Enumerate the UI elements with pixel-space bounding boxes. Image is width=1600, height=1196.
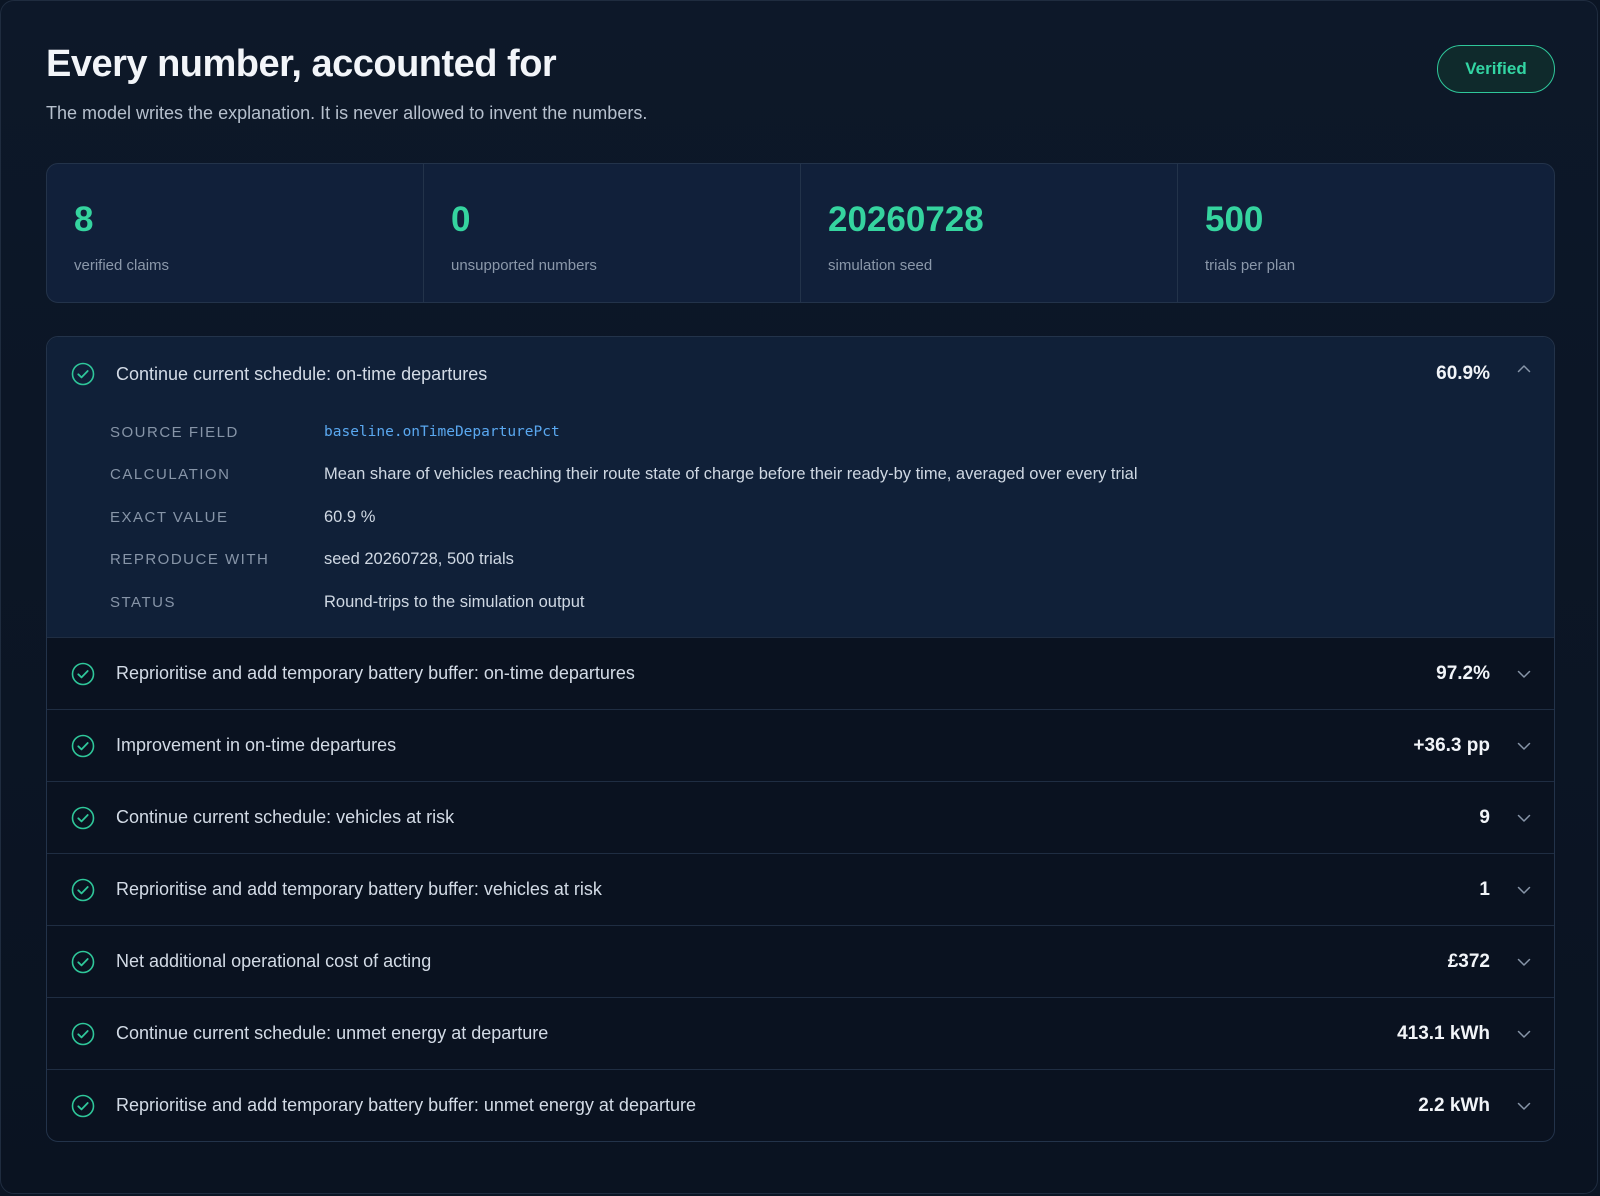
detail-value: Round-trips to the simulation output <box>324 592 585 611</box>
claim-item: Continue current schedule: vehicles at r… <box>47 781 1554 853</box>
detail-key: STATUS <box>110 593 176 611</box>
stat-label: trials per plan <box>1205 257 1296 274</box>
stat-simulation-seed: 20260728 simulation seed <box>801 164 1178 302</box>
detail-key: REPRODUCE WITH <box>110 551 270 569</box>
claim-item: Continue current schedule: on-time depar… <box>47 337 1554 637</box>
stat-value: 8 <box>74 200 94 239</box>
stat-label: verified claims <box>74 257 170 274</box>
claim-value: 1 <box>1479 878 1490 900</box>
claim-toggle[interactable]: Reprioritise and add temporary battery b… <box>47 638 1554 709</box>
detail-key: CALCULATION <box>110 466 231 484</box>
chevron-down-icon[interactable] <box>1516 666 1532 682</box>
claim-toggle[interactable]: Reprioritise and add temporary battery b… <box>47 1070 1554 1141</box>
chevron-down-icon[interactable] <box>1516 1098 1532 1114</box>
claim-label: Continue current schedule: unmet energy … <box>116 1023 549 1043</box>
claim-label: Continue current schedule: vehicles at r… <box>116 807 455 827</box>
detail-key: SOURCE FIELD <box>110 423 239 441</box>
claim-label: Improvement in on-time departures <box>116 735 397 755</box>
claim-label: Reprioritise and add temporary battery b… <box>116 1095 696 1115</box>
stat-value: 500 <box>1205 200 1264 239</box>
claim-label: Reprioritise and add temporary battery b… <box>116 663 635 683</box>
claims-list: Continue current schedule: on-time depar… <box>46 336 1555 1142</box>
detail-value: 60.9 % <box>324 507 376 526</box>
stat-label: simulation seed <box>828 257 933 274</box>
claim-toggle[interactable]: Reprioritise and add temporary battery b… <box>47 854 1554 925</box>
check-circle-icon <box>71 878 95 902</box>
verification-panel: Every number, accounted for The model wr… <box>0 0 1598 1194</box>
claim-item: Net additional operational cost of actin… <box>47 925 1554 997</box>
claim-item: Reprioritise and add temporary battery b… <box>47 1069 1554 1141</box>
claim-value: 9 <box>1479 806 1490 828</box>
detail-row: CALCULATION Mean share of vehicles reachi… <box>110 454 1554 497</box>
check-circle-icon <box>71 1022 95 1046</box>
stat-value: 0 <box>451 200 471 239</box>
claim-item: Improvement in on-time departures +36.3 p… <box>47 709 1554 781</box>
claim-value: 97.2% <box>1436 662 1490 684</box>
stat-label: unsupported numbers <box>451 257 597 274</box>
claim-label: Continue current schedule: on-time depar… <box>116 363 488 384</box>
claim-label: Net additional operational cost of actin… <box>116 951 432 971</box>
stats-bar: 8 verified claims 0 unsupported numbers … <box>46 163 1555 303</box>
stat-trials-per-plan: 500 trials per plan <box>1178 164 1554 302</box>
page-title: Every number, accounted for <box>46 43 557 85</box>
check-circle-icon <box>71 362 95 386</box>
check-circle-icon <box>71 662 95 686</box>
claim-toggle[interactable]: Continue current schedule: unmet energy … <box>47 998 1554 1069</box>
claim-item: Reprioritise and add temporary battery b… <box>47 853 1554 925</box>
claim-label: Reprioritise and add temporary battery b… <box>116 879 602 899</box>
claim-value: 413.1 kWh <box>1397 1022 1490 1044</box>
detail-row: EXACT VALUE 60.9 % <box>110 496 1554 539</box>
claim-value: £372 <box>1447 950 1490 972</box>
stat-value: 20260728 <box>828 200 984 239</box>
detail-key: EXACT VALUE <box>110 508 229 526</box>
detail-value: Mean share of vehicles reaching their ro… <box>324 465 1138 484</box>
detail-row: STATUS Round-trips to the simulation outp… <box>110 581 1554 624</box>
claim-value: +36.3 pp <box>1413 734 1490 756</box>
claim-toggle[interactable]: Continue current schedule: vehicles at r… <box>47 782 1554 853</box>
claim-details: SOURCE FIELD baseline.onTimeDeparturePct C… <box>47 411 1554 637</box>
page-subtitle: The model writes the explanation. It is … <box>46 103 648 123</box>
detail-row: REPRODUCE WITH seed 20260728, 500 trials <box>110 539 1554 582</box>
claim-item: Reprioritise and add temporary battery b… <box>47 637 1554 709</box>
claim-item: Continue current schedule: unmet energy … <box>47 997 1554 1069</box>
chevron-down-icon[interactable] <box>1516 738 1532 754</box>
chevron-down-icon[interactable] <box>1516 954 1532 970</box>
detail-value: seed 20260728, 500 trials <box>324 550 514 569</box>
check-circle-icon <box>71 734 95 758</box>
chevron-down-icon[interactable] <box>1516 882 1532 898</box>
check-circle-icon <box>71 806 95 830</box>
stat-verified-claims: 8 verified claims <box>47 164 424 302</box>
chevron-down-icon[interactable] <box>1516 810 1532 826</box>
claim-toggle[interactable]: Improvement in on-time departures +36.3 p… <box>47 710 1554 781</box>
check-circle-icon <box>71 1094 95 1118</box>
check-circle-icon <box>71 950 95 974</box>
source-field-code: baseline.onTimeDeparturePct <box>324 424 560 441</box>
claim-toggle[interactable]: Net additional operational cost of actin… <box>47 926 1554 997</box>
chevron-down-icon[interactable] <box>1516 1026 1532 1042</box>
chevron-up-icon[interactable] <box>1516 361 1532 377</box>
claim-toggle[interactable]: Continue current schedule: on-time depar… <box>47 337 1554 411</box>
claim-value: 2.2 kWh <box>1418 1094 1490 1116</box>
verified-badge: Verified <box>1437 45 1555 93</box>
detail-row: SOURCE FIELD baseline.onTimeDeparturePct <box>110 411 1554 454</box>
stat-unsupported-numbers: 0 unsupported numbers <box>424 164 801 302</box>
claim-value: 60.9% <box>1436 363 1490 384</box>
